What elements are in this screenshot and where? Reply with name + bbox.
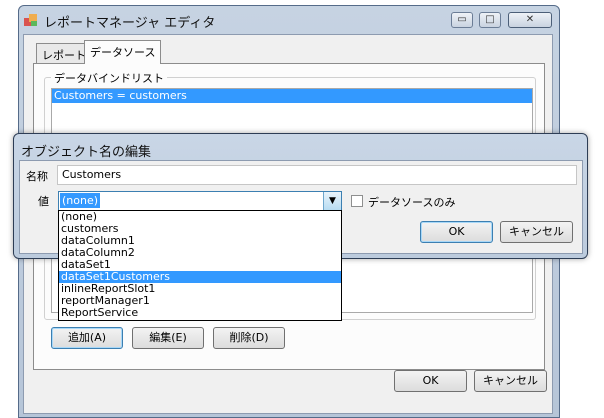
maximize-button[interactable]: □ [479, 12, 501, 28]
minimize-button[interactable]: ▭ [451, 12, 473, 28]
edit-button[interactable]: 編集(E) [132, 327, 204, 349]
close-button[interactable]: ✕ [508, 12, 552, 28]
window-title: レポートマネージャ エディタ [44, 16, 216, 31]
value-combobox[interactable] [58, 191, 342, 211]
delete-button[interactable]: 削除(D) [213, 327, 285, 349]
combo-selected-value: (none) [58, 192, 102, 209]
app-icon [24, 13, 38, 27]
dropdown-option[interactable]: ReportService [59, 307, 341, 319]
main-ok-button[interactable]: OK [394, 370, 467, 392]
chevron-down-icon: ▼ [329, 196, 336, 206]
tab-datasource[interactable]: データソース [84, 40, 162, 64]
add-button[interactable]: 追加(A) [51, 327, 123, 349]
checkbox-label: データソースのみ [368, 196, 456, 209]
dialog-cancel-button[interactable]: キャンセル [500, 221, 573, 243]
main-cancel-button[interactable]: キャンセル [474, 370, 547, 392]
name-input[interactable]: Customers [57, 165, 577, 185]
dropdown-arrow-button[interactable]: ▼ [323, 192, 341, 210]
name-label: 名称 [26, 170, 48, 183]
dialog-ok-button[interactable]: OK [420, 221, 493, 243]
datasource-only-checkbox[interactable] [351, 195, 363, 207]
list-item[interactable]: Customers = customers [52, 89, 532, 103]
dialog-title: オブジェクト名の編集 [21, 145, 152, 160]
value-label: 値 [38, 195, 49, 208]
groupbox-label: データバインドリスト [51, 70, 167, 86]
